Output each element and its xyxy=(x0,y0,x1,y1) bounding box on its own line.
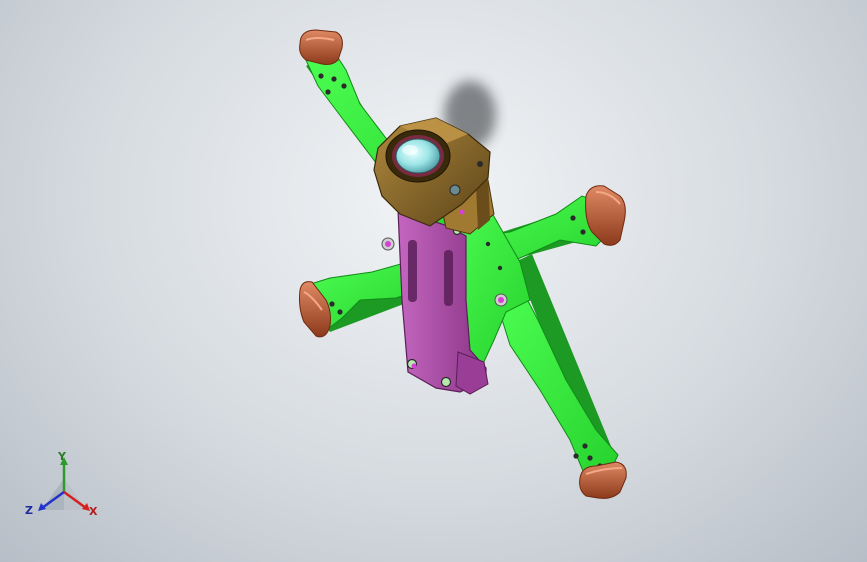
triad-x-label: X xyxy=(89,505,98,518)
cad-graphics-viewport[interactable]: Y Z X xyxy=(0,0,867,562)
motor-cap-front-left[interactable] xyxy=(299,29,343,65)
triad-y-label: Y xyxy=(58,450,66,463)
camera-lens xyxy=(395,138,441,174)
triad-axes xyxy=(38,457,90,511)
triad-z-label: Z xyxy=(25,504,33,517)
motor-cap-rear-right[interactable] xyxy=(579,461,627,499)
drone-frame-model[interactable] xyxy=(0,0,867,562)
orientation-triad[interactable]: Y Z X xyxy=(22,448,112,528)
